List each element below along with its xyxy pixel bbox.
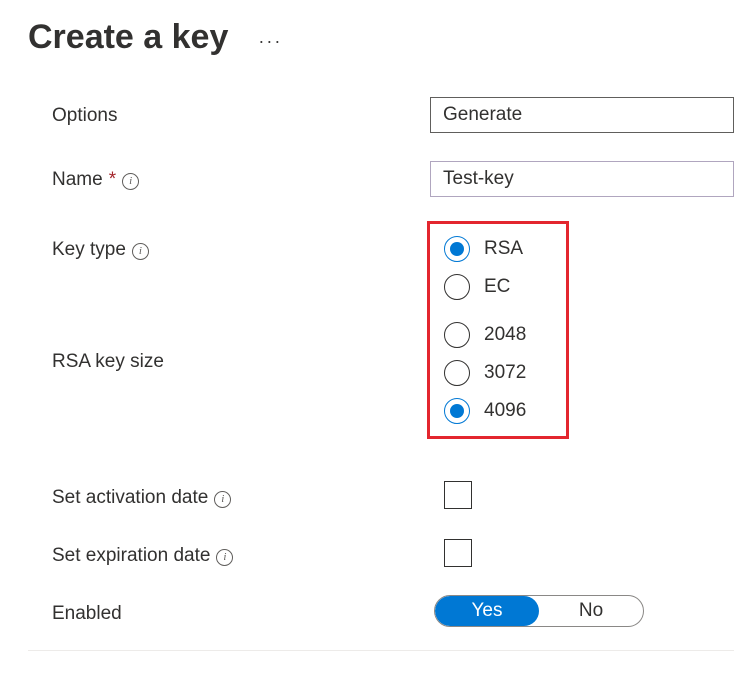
radio-rsa[interactable]: RSA bbox=[444, 236, 526, 262]
more-icon[interactable]: ··· bbox=[258, 31, 282, 52]
info-icon[interactable]: i bbox=[216, 549, 233, 566]
radio-icon bbox=[444, 236, 470, 262]
required-indicator: * bbox=[109, 169, 116, 191]
info-icon[interactable]: i bbox=[122, 173, 139, 190]
page-title: Create a key bbox=[28, 18, 228, 57]
key-type-group: RSA EC bbox=[444, 236, 526, 300]
options-dropdown[interactable]: Generate bbox=[430, 97, 734, 133]
radio-icon bbox=[444, 398, 470, 424]
enabled-toggle[interactable]: Yes No bbox=[434, 595, 644, 627]
highlight-box: RSA EC 2048 bbox=[427, 221, 569, 439]
name-label: Name * i bbox=[52, 169, 139, 191]
activation-checkbox[interactable] bbox=[444, 481, 472, 509]
options-value: Generate bbox=[443, 104, 522, 126]
rsa-size-group: 2048 3072 4096 bbox=[444, 322, 526, 424]
name-input[interactable] bbox=[430, 161, 734, 197]
key-type-label: Key type i bbox=[52, 239, 149, 261]
radio-4096[interactable]: 4096 bbox=[444, 398, 526, 424]
activation-date-label: Set activation date i bbox=[52, 487, 231, 509]
create-key-form: Options Generate Name * i bbox=[28, 97, 734, 639]
expiration-checkbox[interactable] bbox=[444, 539, 472, 567]
options-label: Options bbox=[52, 105, 117, 127]
radio-ec[interactable]: EC bbox=[444, 274, 526, 300]
info-icon[interactable]: i bbox=[214, 491, 231, 508]
toggle-no[interactable]: No bbox=[539, 596, 643, 626]
rsa-key-size-label: RSA key size bbox=[52, 351, 164, 373]
info-icon[interactable]: i bbox=[132, 243, 149, 260]
radio-icon bbox=[444, 322, 470, 348]
expiration-date-label: Set expiration date i bbox=[52, 545, 233, 567]
radio-icon bbox=[444, 274, 470, 300]
radio-icon bbox=[444, 360, 470, 386]
radio-3072[interactable]: 3072 bbox=[444, 360, 526, 386]
enabled-label: Enabled bbox=[52, 603, 122, 625]
toggle-yes[interactable]: Yes bbox=[435, 596, 539, 626]
radio-2048[interactable]: 2048 bbox=[444, 322, 526, 348]
